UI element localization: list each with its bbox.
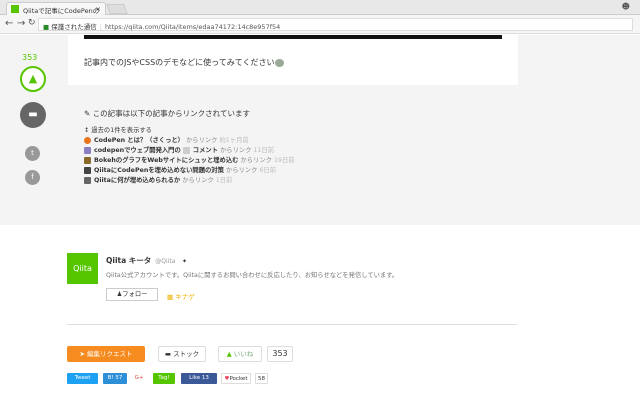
- twitter-share-button[interactable]: t: [25, 146, 40, 161]
- tag-button[interactable]: Tag!: [153, 373, 175, 384]
- rocket-icon: ➤: [79, 350, 85, 358]
- account-icon[interactable]: ☻: [622, 2, 630, 11]
- author-handle: @Qiita: [155, 258, 176, 265]
- back-icon[interactable]: ←: [5, 18, 13, 29]
- author-description: Qiita公式アカウントです。Qiitaに関するお問い合わせに反応したり、お知ら…: [106, 272, 399, 279]
- gplus-button[interactable]: G+: [132, 373, 146, 384]
- thumbs-up-icon: ▲: [226, 350, 232, 358]
- new-tab-button[interactable]: [106, 4, 128, 14]
- list-item[interactable]: BokehのグラフをWebサイトにシュッと埋め込む からリンク 19日前: [84, 155, 295, 165]
- url-input[interactable]: ■ 保護された通信 | https://qiita.com/Qiita/items/…: [38, 18, 633, 31]
- list-item[interactable]: QiitaにCodePenを埋め込めない問題の対策 からリンク 6日前: [84, 165, 295, 175]
- facebook-icon: f: [31, 173, 34, 181]
- expand-icon: ↕: [84, 127, 90, 134]
- stock-action-button[interactable]: ▬ ストック: [158, 346, 206, 362]
- like-count: 353: [22, 53, 38, 62]
- referenced-links: ✎ この記事は以下の記事からリンクされています ↕ 過去の1件を表示する Cod…: [84, 109, 295, 185]
- facebook-like-button[interactable]: Like 13: [181, 373, 217, 384]
- facebook-share-button[interactable]: f: [25, 170, 40, 185]
- twitter-icon: t: [31, 149, 34, 157]
- list-item[interactable]: Qiitaに何が埋め込められるか からリンク 1日前: [84, 175, 295, 185]
- avatar: [84, 146, 91, 154]
- sparkle-icon: ✦: [182, 258, 188, 265]
- link-icon: ✎: [84, 109, 91, 118]
- forward-icon[interactable]: →: [17, 18, 25, 29]
- pocket-button[interactable]: ♥Pocket: [221, 373, 251, 384]
- lock-icon: ■: [43, 23, 50, 31]
- avatar: [182, 146, 190, 154]
- show-past-link[interactable]: ↕ 過去の1件を表示する: [84, 125, 295, 135]
- hatena-button[interactable]: B! 57: [103, 373, 127, 384]
- qiita-favicon-icon: [11, 5, 19, 13]
- article-text: 記事内でのJSやCSSのデモなどに使ってみてください: [84, 57, 284, 68]
- tab-bar: Qiitaで記事にCodePenの × ☻: [0, 0, 640, 15]
- avatar: [84, 166, 91, 174]
- folder-icon: ▬: [28, 109, 38, 120]
- address-bar: ← → ↻ ■ 保護された通信 | https://qiita.com/Qiita/…: [0, 15, 640, 34]
- sponsor-badge: ▩ キナゲ: [167, 293, 195, 301]
- like-count-badge[interactable]: 353: [267, 346, 293, 362]
- tweet-button[interactable]: Tweet: [67, 373, 98, 384]
- thumbs-up-icon: ▲: [28, 72, 38, 85]
- edit-request-button[interactable]: ➤ 編集リクエスト: [67, 346, 145, 362]
- like-action-button[interactable]: ▲ いいね: [218, 346, 262, 362]
- list-item[interactable]: CodePen とは？（さくっと） からリンク 約1ヶ月前: [84, 135, 295, 145]
- like-button[interactable]: ▲: [20, 66, 46, 92]
- avatar: [84, 156, 91, 164]
- browser-tab[interactable]: Qiitaで記事にCodePenの ×: [6, 2, 106, 15]
- avatar: [84, 176, 91, 184]
- divider: [67, 324, 517, 325]
- author-avatar[interactable]: Qiita: [67, 253, 98, 284]
- folder-icon: ▬: [164, 350, 172, 358]
- follow-button[interactable]: ♟フォロー: [106, 288, 158, 301]
- reload-icon[interactable]: ↻: [28, 18, 36, 28]
- list-item[interactable]: codepenでウェブ開発入門の コメント からリンク 11日前: [84, 145, 295, 155]
- code-embed: [84, 35, 502, 39]
- stock-button[interactable]: ▬: [20, 102, 46, 128]
- avatar: [84, 136, 91, 144]
- pocket-count: 58: [255, 373, 268, 384]
- badge-icon: ▩: [167, 293, 174, 301]
- emoji-icon: [274, 58, 284, 67]
- close-tab-icon[interactable]: ×: [96, 5, 101, 13]
- author-name[interactable]: Qiita キータ: [106, 256, 151, 265]
